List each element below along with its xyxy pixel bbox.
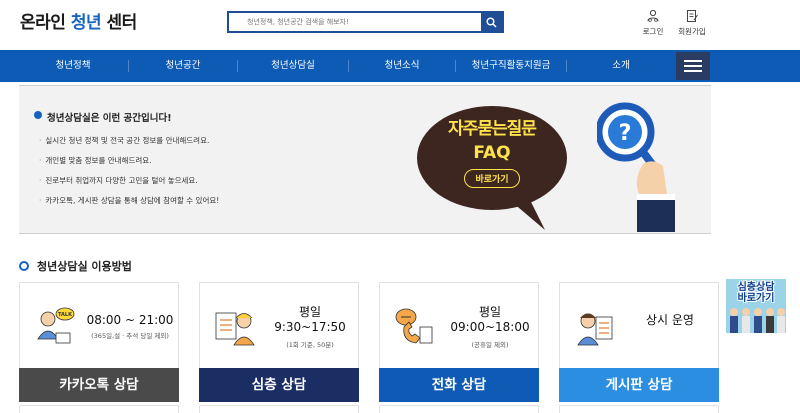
card-note: (1회 기준, 50분) [286, 341, 334, 349]
logo-suffix: 센터 [101, 13, 138, 33]
nav-item-policy[interactable]: 청년정책 [18, 50, 128, 82]
page: 온라인 청년 센터 로그인 [0, 0, 800, 413]
banner-line2: 바로가기 [737, 293, 775, 304]
indepth-counsel-banner[interactable]: 심층상담 바로가기 [726, 279, 786, 333]
board-counsel-button[interactable]: 게시판 상담 [559, 368, 719, 402]
usage-card-indepth: 평일 9:30~17:50 (1회 기준, 50분) 심층 상담 [199, 282, 359, 402]
usage-card-kakao: TALK 08:00 ~ 21:00 (365일,설 · 추석 당일 제외) 카… [19, 282, 179, 402]
card-time: 평일 09:00~18:00 [445, 305, 535, 335]
search-input[interactable] [229, 13, 481, 31]
next-row-cards [19, 405, 719, 413]
usage-card-phone: 평일 09:00~18:00 (공휴일 제외) 전화 상담 [379, 282, 539, 402]
search-icon [486, 17, 497, 28]
card-note: (365일,설 · 추석 당일 제외) [91, 332, 169, 340]
faq-text: 자주묻는질문 FAQ 바로가기 [417, 114, 567, 188]
svg-text:?: ? [619, 121, 632, 146]
login-icon [647, 9, 659, 22]
login-label: 로그인 [642, 27, 664, 36]
counselor-icon [215, 312, 255, 346]
divider [19, 233, 711, 234]
card-time: 상시 운영 [625, 313, 715, 328]
counseling-intro-panel: 청년상담실은 이런 공간입니다! 실시간 청년 정책 및 전국 공간 정보를 안… [19, 86, 711, 234]
people-illustration-icon [730, 308, 785, 333]
card-time: 08:00 ~ 21:00 [85, 313, 175, 328]
kakao-counsel-button[interactable]: 카카오톡 상담 [19, 368, 179, 402]
talk-bubble-icon: TALK [37, 307, 75, 344]
phone-icon [395, 308, 433, 344]
header: 온라인 청년 센터 로그인 [0, 0, 800, 50]
phone-counsel-button[interactable]: 전화 상담 [379, 368, 539, 402]
intro-item: 진로부터 취업까지 다양한 고민을 털어 놓으세요. [39, 176, 219, 196]
card-time-line1: 08:00 ~ 21:00 [86, 313, 174, 327]
login-button[interactable]: 로그인 [635, 9, 671, 37]
card-time-line1: 상시 운영 [646, 313, 694, 327]
nav-item-space[interactable]: 청년공간 [129, 50, 237, 82]
nav-item-news[interactable]: 청년소식 [349, 50, 455, 82]
indepth-counsel-button[interactable]: 심층 상담 [199, 368, 359, 402]
nav-item-about[interactable]: 소개 [567, 50, 675, 82]
card-edge [199, 405, 359, 413]
board-icon [577, 313, 613, 346]
card-time-line2: 9:30~17:50 [274, 320, 346, 334]
nav-item-counseling[interactable]: 청년상담실 [238, 50, 348, 82]
logo-highlight: 청년 [70, 13, 102, 33]
intro-item: 개인별 맞춤 정보를 안내해드려요. [39, 156, 219, 176]
card-time: 평일 9:30~17:50 [265, 305, 355, 335]
faq-subtitle: FAQ [473, 143, 511, 163]
search-button[interactable] [481, 13, 502, 31]
intro-item: 카카오톡, 게시판 상담을 통해 상담에 참여할 수 있어요! [39, 196, 219, 216]
card-note: (공휴일 제외) [471, 341, 509, 349]
nav-item-job-allowance[interactable]: 청년구직활동지원금 [456, 50, 566, 82]
intro-title: 청년상담실은 이런 공간입니다! [47, 113, 172, 124]
join-button[interactable]: 회원가입 [674, 9, 710, 37]
card-edge [379, 405, 539, 413]
search-box [227, 11, 504, 33]
card-time-line1: 평일 [298, 305, 322, 319]
card-edge [559, 405, 719, 413]
faq-go-button[interactable]: 바로가기 [464, 169, 520, 188]
section-bullet-icon [19, 261, 29, 271]
card-time-line2: 09:00~18:00 [450, 320, 530, 334]
usage-card-board: 상시 운영 게시판 상담 [559, 282, 719, 402]
card-time-line1: 평일 [478, 305, 502, 319]
svg-text:TALK: TALK [58, 312, 73, 318]
join-label: 회원가입 [678, 27, 706, 36]
menu-icon[interactable] [676, 52, 710, 80]
bullet-icon [34, 111, 42, 119]
logo-prefix: 온라인 [20, 13, 71, 33]
banner-text: 심층상담 바로가기 [726, 282, 786, 304]
magnifier-hand-icon: ? [597, 102, 675, 232]
faq-banner[interactable]: 자주묻는질문 FAQ 바로가기 [417, 102, 597, 230]
usage-section-title: 청년상담실 이용방법 [37, 260, 132, 273]
signup-icon [687, 10, 698, 22]
faq-title: 자주묻는질문 [448, 119, 537, 139]
card-edge [19, 405, 179, 413]
banner-line1: 심층상담 [737, 282, 775, 293]
intro-item: 실시간 청년 정책 및 전국 공간 정보를 안내해드려요. [39, 136, 219, 156]
site-logo[interactable]: 온라인 청년 센터 [20, 8, 137, 33]
intro-list: 실시간 청년 정책 및 전국 공간 정보를 안내해드려요. 개인별 맞춤 정보를… [39, 136, 219, 216]
main-nav: 청년정책 청년공간 청년상담실 청년소식 청년구직활동지원금 소개 [0, 50, 800, 82]
